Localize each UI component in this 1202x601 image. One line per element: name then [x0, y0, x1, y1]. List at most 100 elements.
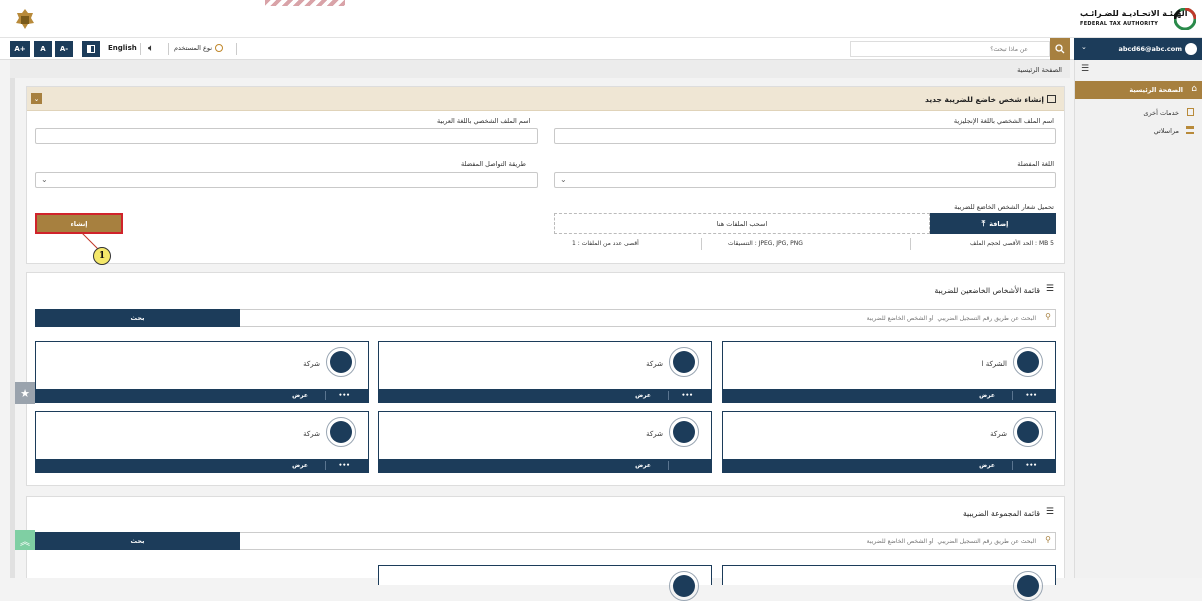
person-card[interactable]: شركة ••• عرض: [35, 411, 369, 473]
card-footer: ••• عرض: [36, 389, 368, 402]
favorites-button[interactable]: ★: [15, 382, 35, 404]
group-card[interactable]: [378, 565, 712, 601]
search-button-label: بحث: [130, 314, 145, 322]
scroll-top-button[interactable]: ︽: [15, 530, 35, 550]
sidebar-item-label: مراسلاتي: [1153, 127, 1179, 135]
person-card[interactable]: شركة ••• عرض: [378, 341, 712, 403]
user-icon: [330, 351, 352, 373]
search-button-label: بحث: [130, 537, 145, 545]
person-name: شركة: [646, 360, 663, 368]
person-name: شركة: [990, 430, 1007, 438]
person-card[interactable]: شركة ••• عرض: [35, 341, 369, 403]
more-button[interactable]: •••: [338, 462, 350, 469]
search-button[interactable]: [1050, 38, 1070, 60]
group-search-button[interactable]: بحث: [35, 532, 240, 550]
taxable-search-button[interactable]: بحث: [35, 309, 240, 327]
contact-select[interactable]: ⌄: [35, 172, 538, 188]
search-bar: [850, 41, 1050, 57]
more-button[interactable]: •••: [338, 392, 350, 399]
name-en-input[interactable]: [554, 128, 1056, 144]
avatar: [669, 347, 699, 377]
more-button[interactable]: •••: [1025, 392, 1037, 399]
taxable-search-input[interactable]: [241, 311, 1036, 325]
language-select[interactable]: ⌄: [554, 172, 1056, 188]
contrast-button[interactable]: [82, 41, 100, 57]
view-button[interactable]: عرض: [292, 392, 308, 399]
fta-circle-icon: [1174, 8, 1196, 30]
user-type-selector[interactable]: نوع المستخدم: [174, 44, 224, 52]
building-icon: [1186, 126, 1194, 134]
person-name: شركة: [303, 430, 320, 438]
font-reset-button[interactable]: A: [34, 41, 52, 57]
avatar: [669, 571, 699, 601]
upload-icon: ⤒: [981, 218, 986, 228]
card-footer: ••• عرض: [36, 459, 368, 472]
drop-zone-label: اسحب الملفات هنا: [716, 219, 768, 228]
contrast-icon: [87, 45, 95, 53]
breadcrumb-home[interactable]: الصفحة الرئيسية: [1017, 66, 1062, 74]
step-marker-number: 1: [98, 251, 106, 261]
person-card[interactable]: شركة عرض: [378, 411, 712, 473]
settings-icon: [215, 44, 224, 52]
group-card[interactable]: [722, 565, 1056, 601]
user-icon: [330, 421, 352, 443]
name-en-label: اسم الملف الشخصي باللغة الإنجليزية: [953, 117, 1054, 125]
card-footer: ••• عرض: [723, 389, 1055, 402]
tax-group-card: قائمة المجموعة الضريبية ☰ ⚲ بحث: [26, 496, 1065, 601]
avatar: [1013, 417, 1043, 447]
language-toggle[interactable]: English: [108, 44, 137, 52]
fta-logo: الهيئـة الاتحـاديـة للضـرائـب FEDERAL TA…: [1080, 8, 1196, 30]
more-button[interactable]: •••: [681, 392, 693, 399]
taxable-persons-card: قائمة الأشخاص الخاضعين للضريبة ☰ ⚲ بحث ا…: [26, 272, 1065, 486]
view-button[interactable]: عرض: [635, 392, 651, 399]
toolbar: A+ A A- English 🔈︎ نوع المستخدم ⌄ abcd66…: [0, 38, 1202, 60]
contact-label: طريقة التواصل المفضلة: [461, 160, 526, 168]
person-card[interactable]: الشركة ا ••• عرض: [722, 341, 1056, 403]
create-button[interactable]: إنشاء: [35, 213, 123, 234]
home-icon: ⌂: [1191, 84, 1197, 94]
menu-toggle-icon[interactable]: ☰: [1081, 64, 1089, 74]
user-type-label: نوع المستخدم: [174, 44, 213, 52]
services-icon: [1187, 108, 1194, 116]
card-header: ⌄ إنشاء شخص خاضع للضريبة جديد: [27, 87, 1064, 111]
user-icon: [673, 575, 695, 597]
font-increase-button[interactable]: A+: [10, 41, 30, 57]
taxable-list-title: قائمة الأشخاص الخاضعين للضريبة: [934, 286, 1040, 295]
view-button[interactable]: عرض: [979, 392, 995, 399]
formats-note: التنسيقات : JPEG, JPG, PNG: [728, 240, 803, 247]
chevron-down-icon: ⌄: [41, 175, 48, 184]
user-icon: [1017, 421, 1039, 443]
form-title: إنشاء شخص خاضع للضريبة جديد: [925, 95, 1044, 104]
card-footer: ••• عرض: [723, 459, 1055, 472]
card-footer: ••• عرض: [379, 389, 711, 402]
group-search-input[interactable]: [241, 534, 1036, 548]
chevron-down-icon: ⌄: [560, 175, 567, 184]
more-button[interactable]: •••: [1025, 462, 1037, 469]
font-decrease-button[interactable]: A-: [55, 41, 73, 57]
view-button[interactable]: عرض: [292, 462, 308, 469]
user-email: abcd66@abc.com: [1118, 45, 1182, 53]
view-button[interactable]: عرض: [979, 462, 995, 469]
person-name: شركة: [646, 430, 663, 438]
user-menu[interactable]: ⌄ abcd66@abc.com: [1074, 38, 1202, 60]
logo-upload-label: تحميل شعار الشخص الخاضع للضريبة: [954, 203, 1054, 211]
fta-name-en: FEDERAL TAX AUTHORITY: [1080, 21, 1159, 27]
sidebar-item-home[interactable]: الصفحة الرئيسية ⌂: [1075, 81, 1202, 99]
name-ar-input[interactable]: [35, 128, 538, 144]
person-card[interactable]: شركة ••• عرض: [722, 411, 1056, 473]
double-chevron-up-icon: ︽: [20, 536, 30, 548]
user-icon: [673, 421, 695, 443]
card-footer: عرض: [379, 459, 711, 472]
search-input[interactable]: [851, 42, 1031, 56]
breadcrumb: الصفحة الرئيسية: [10, 60, 1070, 78]
person-name: الشركة ا: [981, 360, 1007, 368]
add-file-button[interactable]: ⤒ إضافة: [930, 213, 1056, 234]
sidebar-item-correspondence[interactable]: مراسلاتي: [1075, 122, 1202, 138]
view-button[interactable]: عرض: [635, 462, 651, 469]
step-marker: 1: [93, 247, 111, 265]
file-drop-zone[interactable]: اسحب الملفات هنا: [554, 213, 930, 234]
speaker-icon[interactable]: 🔈︎: [148, 43, 154, 54]
collapse-button[interactable]: ⌄: [31, 93, 42, 104]
user-icon: [673, 351, 695, 373]
sidebar-item-other-services[interactable]: خدمات أخرى: [1075, 104, 1202, 120]
